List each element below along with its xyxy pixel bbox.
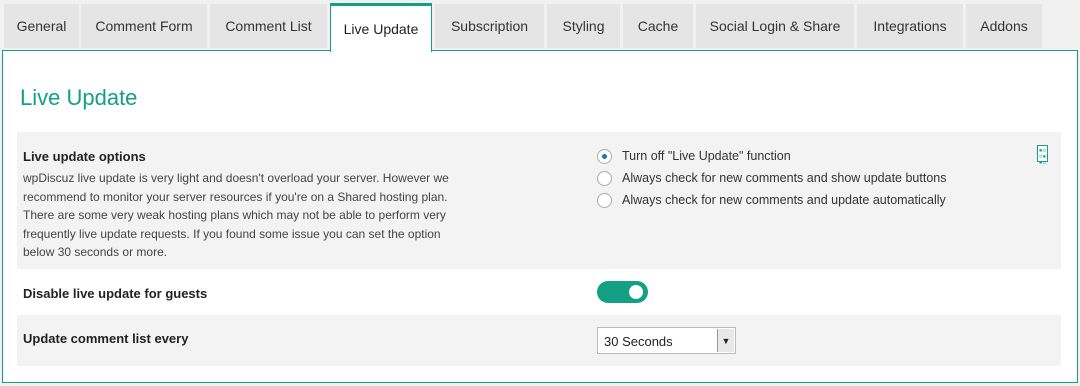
radio-option-label: Always check for new comments and show u…	[622, 171, 947, 185]
radio-option-label: Always check for new comments and update…	[622, 193, 946, 207]
radio-option-show-update-buttons[interactable]: Always check for new comments and show u…	[597, 167, 946, 189]
tab-subscription[interactable]: Subscription	[435, 3, 544, 48]
radio-button-checked[interactable]	[597, 148, 612, 164]
radio-option-label: Turn off "Live Update" function	[622, 149, 791, 163]
settings-tabs: General Comment Form Comment List Live U…	[0, 0, 1080, 52]
tab-addons[interactable]: Addons	[966, 3, 1042, 48]
tab-comment-form[interactable]: Comment Form	[81, 3, 207, 48]
radio-button[interactable]	[597, 170, 612, 186]
live-update-radio-group: Turn off "Live Update" function Always c…	[597, 145, 946, 211]
update-interval-row: Update comment list every 30 Seconds ▼	[17, 315, 1061, 366]
tab-social-login-share[interactable]: Social Login & Share	[696, 3, 854, 48]
radio-button[interactable]	[597, 192, 612, 208]
tab-styling[interactable]: Styling	[547, 3, 620, 48]
tab-general[interactable]: General	[4, 3, 79, 48]
page-title: Live Update	[20, 85, 138, 110]
live-update-options-row: Live update options wpDiscuz live update…	[17, 132, 1061, 269]
live-update-options-description: wpDiscuz live update is very light and d…	[23, 171, 449, 260]
tab-comment-list[interactable]: Comment List	[210, 3, 327, 48]
radio-option-update-automatically[interactable]: Always check for new comments and update…	[597, 189, 946, 211]
document-icon[interactable]: ▪▫ ▫▪ ▪▫	[1037, 145, 1048, 166]
update-interval-selected-value: 30 Seconds	[604, 334, 673, 349]
disable-guests-toggle[interactable]	[597, 281, 648, 303]
tab-cache[interactable]: Cache	[623, 3, 693, 48]
disable-guests-row: Disable live update for guests	[17, 269, 1061, 315]
live-update-options-label: Live update options	[23, 149, 146, 164]
disable-guests-label: Disable live update for guests	[23, 286, 208, 301]
radio-option-turn-off[interactable]: Turn off "Live Update" function	[597, 145, 946, 167]
update-interval-select[interactable]: 30 Seconds ▼	[597, 327, 736, 354]
tab-integrations[interactable]: Integrations	[857, 3, 963, 48]
toggle-knob	[629, 285, 643, 299]
settings-panel: Live Update Live update options wpDiscuz…	[2, 50, 1078, 383]
chevron-down-icon[interactable]: ▼	[717, 329, 734, 352]
update-interval-label: Update comment list every	[23, 331, 189, 346]
tab-live-update[interactable]: Live Update	[330, 3, 432, 52]
